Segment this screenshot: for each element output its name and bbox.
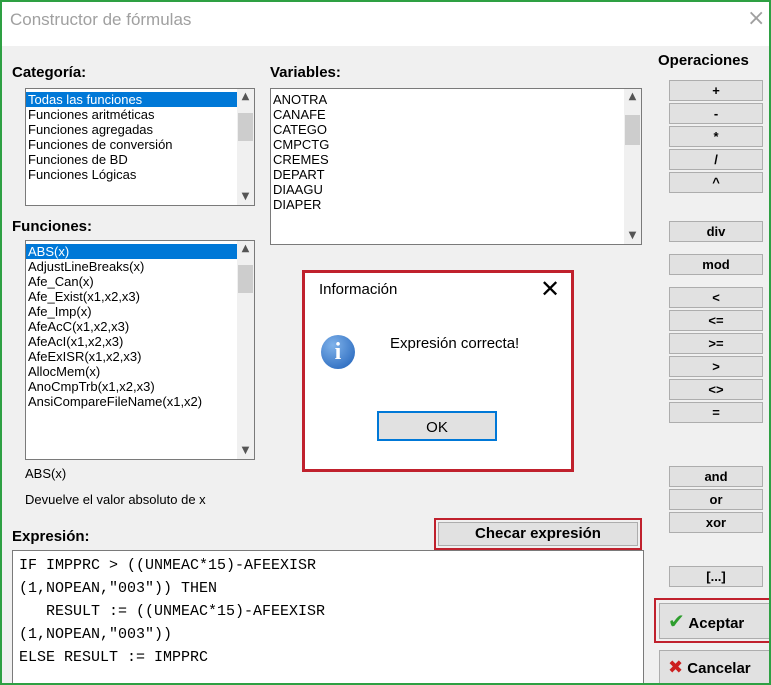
expression-line: ELSE RESULT := IMPPRC <box>19 649 209 666</box>
categoria-item[interactable]: Funciones de conversión <box>26 137 254 152</box>
categoria-scrollbar[interactable]: ▲ ▼ <box>237 89 254 205</box>
dialog-close-icon[interactable]: ✕ <box>540 275 560 303</box>
scroll-down-icon[interactable]: ▼ <box>624 228 641 244</box>
variable-item[interactable]: CMPCTG <box>271 137 641 152</box>
expression-editor[interactable]: IF IMPPRC > ((UNMEAC*15)-AFEEXISR (1,NOPE… <box>12 550 644 683</box>
scroll-down-icon[interactable]: ▼ <box>237 443 254 459</box>
funcion-item[interactable]: AnsiCompareFileName(x1,x2) <box>26 394 254 409</box>
op-button-mod[interactable]: mod <box>669 254 763 275</box>
categoria-item[interactable]: Funciones agregadas <box>26 122 254 137</box>
funciones-label: Funciones: <box>12 218 93 235</box>
cross-icon: ✖ <box>668 657 684 678</box>
scroll-up-icon[interactable]: ▲ <box>624 89 641 105</box>
op-button-eq[interactable]: = <box>669 402 763 423</box>
op-button-divide[interactable]: / <box>669 149 763 170</box>
op-button-lt[interactable]: < <box>669 287 763 308</box>
funcion-item[interactable]: AfeAcC(x1,x2,x3) <box>26 319 254 334</box>
formula-builder-window: Constructor de fórmulas × Categoría: Tod… <box>0 0 771 685</box>
title-bar: Constructor de fórmulas × <box>2 2 769 46</box>
categoria-item[interactable]: Funciones aritméticas <box>26 107 254 122</box>
op-button-multiply[interactable]: * <box>669 126 763 147</box>
scroll-up-icon[interactable]: ▲ <box>237 241 254 257</box>
categoria-list[interactable]: Todas las funciones Funciones aritméticas… <box>25 88 255 206</box>
funcion-item[interactable]: AfeAcI(x1,x2,x3) <box>26 334 254 349</box>
variable-item[interactable]: CATEGO <box>271 122 641 137</box>
scroll-thumb[interactable] <box>238 265 253 293</box>
op-button-gte[interactable]: >= <box>669 333 763 354</box>
op-button-xor[interactable]: xor <box>669 512 763 533</box>
variable-item[interactable]: DIAPER <box>271 197 641 212</box>
dialog-ok-button[interactable]: OK <box>377 411 497 441</box>
categoria-item[interactable]: Funciones de BD <box>26 152 254 167</box>
check-expression-button[interactable]: Checar expresión <box>438 522 638 546</box>
variable-item[interactable]: DIAAGU <box>271 182 641 197</box>
variables-list[interactable]: ANOTRA CANAFE CATEGO CMPCTG CREMES DEPART DIAA… <box>270 88 642 245</box>
funcion-item[interactable]: AnoCmpTrb(x1,x2,x3) <box>26 379 254 394</box>
funcion-item[interactable]: AdjustLineBreaks(x) <box>26 259 254 274</box>
accept-label: Aceptar <box>688 615 745 632</box>
funcion-item[interactable]: Afe_Can(x) <box>26 274 254 289</box>
funcion-item[interactable]: AllocMem(x) <box>26 364 254 379</box>
op-button-minus[interactable]: - <box>669 103 763 124</box>
scroll-thumb[interactable] <box>625 115 640 145</box>
info-icon: i <box>321 335 355 369</box>
variable-item[interactable]: ANOTRA <box>271 92 641 107</box>
scroll-thumb[interactable] <box>238 113 253 141</box>
expression-line: (1,NOPEAN,"003")) THEN <box>19 580 218 597</box>
scroll-up-icon[interactable]: ▲ <box>237 89 254 105</box>
op-button-and[interactable]: and <box>669 466 763 487</box>
operaciones-label: Operaciones <box>658 52 749 69</box>
op-button-ne[interactable]: <> <box>669 379 763 400</box>
funcion-item[interactable]: Afe_Exist(x1,x2,x3) <box>26 289 254 304</box>
variable-item[interactable]: CREMES <box>271 152 641 167</box>
funciones-list[interactable]: ABS(x) AdjustLineBreaks(x) Afe_Can(x) Afe_E… <box>25 240 255 460</box>
categoria-label: Categoría: <box>12 64 87 81</box>
variables-scrollbar[interactable]: ▲ ▼ <box>624 89 641 244</box>
window-title: Constructor de fórmulas <box>10 10 192 29</box>
categoria-item[interactable]: Funciones Lógicas <box>26 167 254 182</box>
accept-button[interactable]: ✔ Aceptar <box>659 603 769 639</box>
expression-line: IF IMPPRC > ((UNMEAC*15)-AFEEXISR <box>19 557 317 574</box>
op-button-power[interactable]: ^ <box>669 172 763 193</box>
expression-line: (1,NOPEAN,"003")) <box>19 626 173 643</box>
funcion-item[interactable]: AfeExISR(x1,x2,x3) <box>26 349 254 364</box>
function-name: ABS(x) <box>25 466 67 481</box>
variable-item[interactable]: DEPART <box>271 167 641 182</box>
funcion-item[interactable]: ABS(x) <box>26 244 254 259</box>
categoria-item[interactable]: Todas las funciones <box>26 92 254 107</box>
op-button-plus[interactable]: + <box>669 80 763 101</box>
op-button-or[interactable]: or <box>669 489 763 510</box>
dialog-message: Expresión correcta! <box>390 335 520 352</box>
op-button-gt[interactable]: > <box>669 356 763 377</box>
window-close-icon[interactable]: × <box>747 6 765 31</box>
expresion-label: Expresión: <box>12 528 90 545</box>
dialog-title: Información <box>319 281 398 298</box>
variables-label: Variables: <box>270 64 341 81</box>
funcion-item[interactable]: Afe_Imp(x) <box>26 304 254 319</box>
scroll-down-icon[interactable]: ▼ <box>237 189 254 205</box>
op-button-lte[interactable]: <= <box>669 310 763 331</box>
variable-item[interactable]: CANAFE <box>271 107 641 122</box>
funciones-scrollbar[interactable]: ▲ ▼ <box>237 241 254 459</box>
info-dialog: Información ✕ i Expresión correcta! OK <box>302 270 574 472</box>
expression-line: RESULT := ((UNMEAC*15)-AFEEXISR <box>19 603 326 620</box>
checkmark-icon: ✔ <box>668 609 685 633</box>
op-button-brackets[interactable]: [...] <box>669 566 763 587</box>
cancel-label: Cancelar <box>687 660 751 677</box>
cancel-button[interactable]: ✖ Cancelar <box>659 650 769 683</box>
op-button-div[interactable]: div <box>669 221 763 242</box>
function-description: Devuelve el valor absoluto de x <box>25 492 206 507</box>
